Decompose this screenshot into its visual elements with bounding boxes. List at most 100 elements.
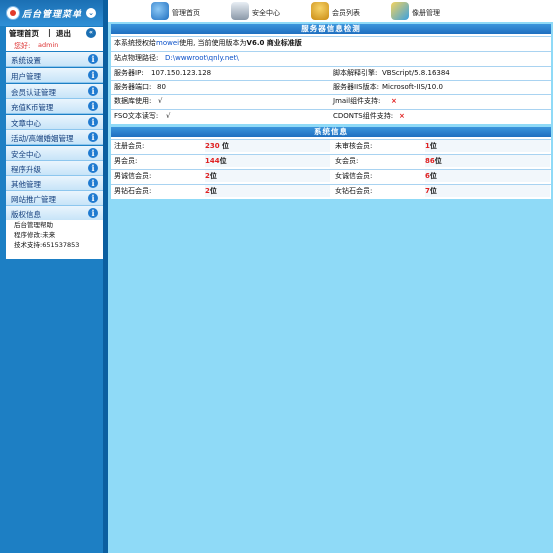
info-icon[interactable]: i [88,178,98,188]
license-middle: 使用, 当前使用版本为 [179,39,247,47]
stat-label: 女诚信会员: [335,172,373,180]
iis-label: 服务器IIS版本: [333,83,379,91]
license-row: 本系统授权给mowei使用, 当前使用版本为V6.0 商业标准版 [111,36,551,49]
ip-row: 服务器IP: 107.150.123.128 脚本解释引擎: VBScript/… [111,66,551,79]
menu-label: 版权信息 [11,210,41,219]
toolbar-label: 安全中心 [252,9,280,17]
link-separator: | [48,28,51,37]
license-user: mowei [156,39,180,47]
stat-cell: 2位 [205,185,330,197]
toolbar: 管理首页 安全中心 会员列表 像册管理 [108,0,553,22]
help-text: 后台管理帮助 [14,221,53,229]
server-info-panel: 服务器信息检测 本系统授权给mowei使用, 当前使用版本为V6.0 商业标准版… [111,24,551,124]
stat-cell: 144位 [205,155,330,167]
user-greeting: 您好: admin [6,38,103,51]
info-icon[interactable]: i [88,54,98,64]
info-icon[interactable]: i [88,86,98,96]
menu-system-settings[interactable]: 系统设置 i [6,52,103,67]
info-icon[interactable]: i [88,132,98,142]
db-label: 数据库使用: [114,97,152,105]
port-row: 服务器端口: 80 服务器IIS版本: Microsoft-IIS/10.0 [111,80,551,93]
sidebar: 后台管理菜单 ⌄ 管理首页 | 退出 « 您好: admin 系统设置 i 用户管… [0,0,108,553]
cdonts-label: CDONTS组件支持: [333,112,394,120]
menu-label: 系统设置 [11,56,41,65]
menu-label: 充值K币管理 [11,103,54,112]
stat-cell: 2位 [205,170,330,182]
collapse-icon[interactable]: ⌄ [86,8,96,18]
stat-unit: 位 [429,142,437,150]
license-prefix: 本系统授权给 [114,39,156,47]
stat-label: 男诚信会员: [114,172,152,180]
stat-cell: 230 位 [205,140,330,152]
panel-title: 服务器信息检测 [111,24,551,34]
path-row: 站点物理路径: D:\wwwroot\qnly.net\ [111,51,551,64]
menu-label: 安全中心 [11,150,41,159]
info-icon[interactable]: i [88,101,98,111]
menu-label: 程序升级 [11,165,41,174]
main-area: 管理首页 安全中心 会员列表 像册管理 服务器信息检测 本系统授权给mowei使… [108,0,553,553]
security-icon [231,2,249,20]
stat-cell: 7位 [425,185,550,197]
menu-label: 文章中心 [11,119,41,128]
fso-label: FSO文本读写: [114,112,159,120]
menu-user-management[interactable]: 用户管理 i [6,68,103,83]
menu-other[interactable]: 其他管理 i [6,176,103,191]
cdonts-value: × [399,112,405,120]
top-links: 管理首页 | 退出 « [6,27,103,38]
sidebar-title: 后台管理菜单 [22,10,83,20]
jmail-value: × [391,97,397,105]
jmail-label: Jmail组件支持: [333,97,381,105]
info-icon[interactable]: i [88,148,98,158]
stat-unit: 位 [429,172,437,180]
stat-unit: 位 [434,157,442,165]
about-box: 后台管理帮助 程序修改:未来 技术支持:651537853 [6,220,103,259]
menu-copyright[interactable]: 版权信息 i [6,206,103,221]
stat-label: 女钻石会员: [335,187,373,195]
system-info-panel: 系统信息 注册会员: 230 位 未审核会员: 1位 男会员: 144位 女会员… [111,127,551,199]
iis-value: Microsoft-IIS/10.0 [382,83,443,91]
toolbar-label: 像册管理 [412,9,440,17]
info-icon[interactable]: i [88,163,98,173]
fso-value: √ [166,112,171,120]
port-value: 80 [157,83,166,91]
stat-unit: 位 [219,142,230,150]
menu-label: 活动/高端婚姻管理 [11,134,74,143]
stat-cell: 1位 [425,140,550,152]
menu-activities[interactable]: 活动/高端婚姻管理 i [6,130,103,145]
port-label: 服务器端口: [114,83,152,91]
username: admin [38,41,59,49]
engine-label: 脚本解释引擎: [333,69,378,77]
stat-cell: 86位 [425,155,550,167]
info-icon[interactable]: i [88,70,98,80]
table-row: 注册会员: 230 位 未审核会员: 1位 [111,139,551,152]
menu-article-center[interactable]: 文章中心 i [6,115,103,130]
stat-label: 男会员: [114,157,138,165]
menu-recharge[interactable]: 充值K币管理 i [6,99,103,114]
info-icon[interactable]: i [88,208,98,218]
menu-security-center[interactable]: 安全中心 i [6,146,103,161]
toolbar-label: 会员列表 [332,9,360,17]
license-version: V6.0 商业标准版 [246,39,302,47]
info-icon[interactable]: i [88,193,98,203]
menu-label: 其他管理 [11,180,41,189]
stat-label: 男钻石会员: [114,187,152,195]
path-label: 站点物理路径: [114,54,159,62]
menu-label: 用户管理 [11,72,41,81]
stat-unit: 位 [429,187,437,195]
menu-promotion[interactable]: 网站推广管理 i [6,191,103,206]
sidebar-header: 后台管理菜单 ⌄ [0,0,103,26]
stat-cell: 6位 [425,170,550,182]
table-row: 男会员: 144位 女会员: 86位 [111,154,551,167]
stat-label: 注册会员: [114,142,145,150]
fso-row: FSO文本读写: √ CDONTS组件支持: × [111,109,551,122]
menu-upgrade[interactable]: 程序升级 i [6,161,103,176]
stat-label: 女会员: [335,157,359,165]
info-icon[interactable]: i [88,117,98,127]
greeting-label: 您好: [14,42,31,50]
collapse-menu-icon[interactable]: « [86,28,96,38]
db-value: √ [158,97,163,105]
home-icon [151,2,169,20]
menu-member-verification[interactable]: 会员认证管理 i [6,84,103,99]
ip-value: 107.150.123.128 [151,69,212,77]
ip-label: 服务器IP: [114,69,144,77]
